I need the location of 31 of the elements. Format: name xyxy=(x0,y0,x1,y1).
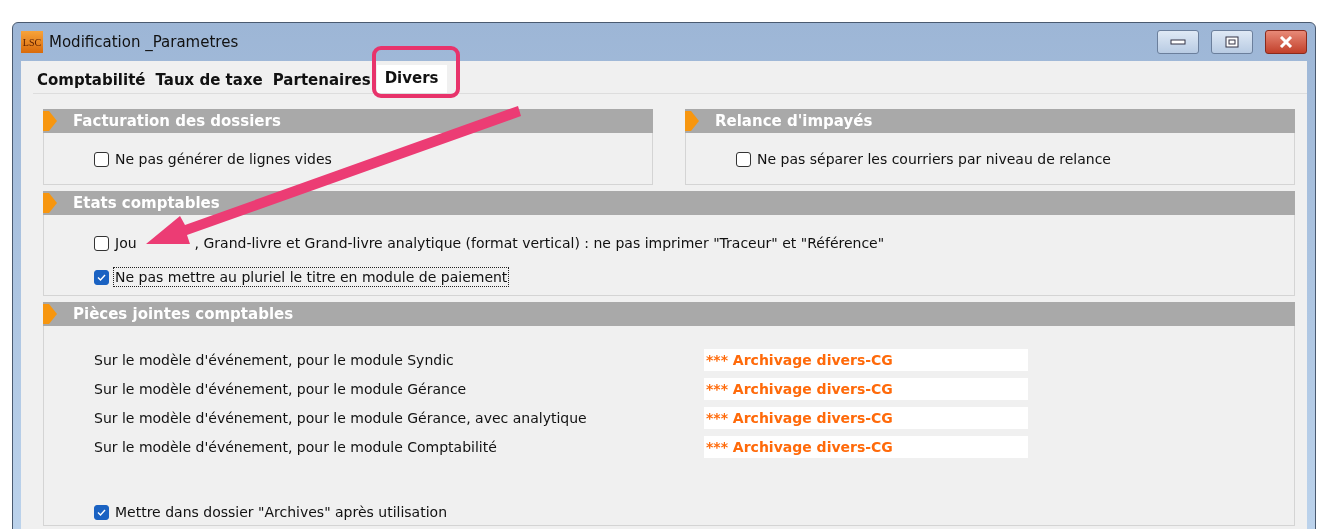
checkbox-label[interactable]: Mettre dans dossier "Archives" après utilisation xyxy=(113,502,449,522)
checkbox[interactable] xyxy=(94,151,109,167)
chevron-icon xyxy=(43,302,57,326)
section-header: Etats comptables xyxy=(43,191,1295,215)
checkbox[interactable] xyxy=(94,235,109,251)
tab[interactable]: Divers xyxy=(376,65,447,93)
setting-label: Sur le modèle d'événement, pour le module Gérance xyxy=(94,381,468,397)
chevron-icon xyxy=(685,109,699,133)
checkbox-label[interactable]: Ne pas mettre au pluriel le titre en module de paiement xyxy=(113,267,510,287)
app-logo: LSC xyxy=(21,31,43,53)
window-title: Modification _Parametres xyxy=(49,33,240,51)
checkbox[interactable] xyxy=(736,151,751,167)
close-button[interactable] xyxy=(1265,30,1307,54)
setting-label: Sur le modèle d'événement, pour le module Gérance, avec analytique xyxy=(94,410,588,426)
minimize-icon xyxy=(1170,38,1186,46)
section-header: Facturation des dossiers xyxy=(43,109,653,133)
checkbox[interactable] xyxy=(94,504,109,520)
section-header: Pièces jointes comptables xyxy=(43,302,1295,326)
chevron-icon xyxy=(43,191,57,215)
maximize-button[interactable] xyxy=(1211,30,1253,54)
close-icon xyxy=(1278,36,1294,48)
checkbox-label[interactable]: Jou xyxy=(113,233,139,253)
section-header: Relance d'impayés xyxy=(685,109,1295,133)
chevron-icon xyxy=(43,109,57,133)
checkbox-label[interactable]: Ne pas générer de lignes vides xyxy=(113,149,334,169)
setting-label: Sur le modèle d'événement, pour le module Syndic xyxy=(94,352,455,368)
maximize-icon xyxy=(1225,36,1239,48)
checkbox[interactable] xyxy=(94,269,109,285)
setting-label: Sur le modèle d'événement, pour le module Comptabilité xyxy=(94,439,498,455)
checkbox-label[interactable]: , Grand-livre et Grand-livre analytique (format vertical) : ne pas imprimer "Traceur" et "Référence" xyxy=(192,233,887,253)
minimize-button[interactable] xyxy=(1157,30,1199,54)
